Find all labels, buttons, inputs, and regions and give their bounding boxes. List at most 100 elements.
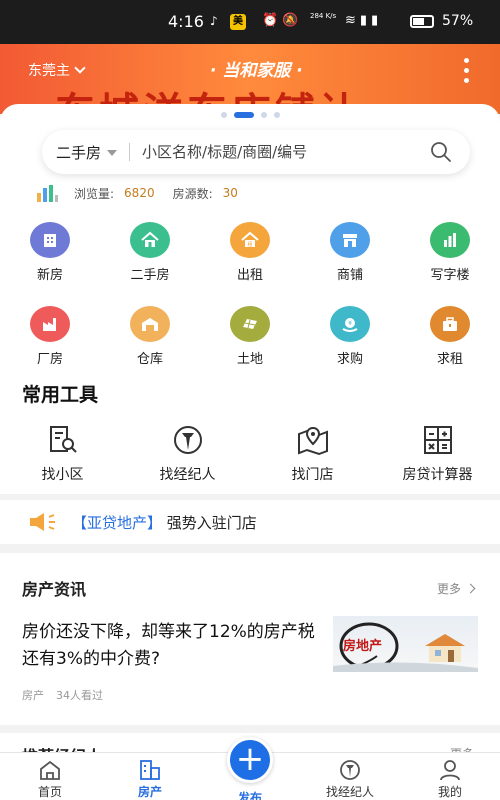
article-meta: 房产 34人看过 [22,687,103,703]
office-icon [430,222,470,258]
category-label: 求购 [336,352,363,367]
category-office[interactable]: 写字楼 [400,222,500,306]
carousel-dot-active[interactable] [233,112,254,118]
carousel-dot[interactable] [273,112,280,118]
alarm-mute-icons: ⏰🔕 [262,13,303,28]
tiktok-notification-icon: ♪ [210,14,218,28]
carousel-dot[interactable] [220,112,227,118]
speaker-icon [30,513,55,531]
user-icon [440,760,460,781]
building-icon [30,222,70,258]
category-second-hand[interactable]: 二手房 [100,222,200,306]
category-rent[interactable]: 租 出租 [200,222,300,306]
rent-request-icon [430,306,470,342]
tab-label: 我的 [437,785,462,799]
tab-mine[interactable]: 我的 [400,753,500,800]
stats-row: 浏览量: 6820 房源数: 30 [36,184,256,202]
svg-text:租: 租 [247,241,252,248]
category-factory[interactable]: 厂房 [0,306,100,390]
bar-chart-icon [37,185,58,202]
category-label: 求租 [436,352,463,367]
bottom-tab-bar: 首页 房产 + 发布 找经纪人 我的 [0,737,500,800]
category-warehouse[interactable]: 仓库 [100,306,200,390]
tool-mortgage-calculator[interactable]: 房贷计算器 [375,424,500,484]
tab-label: 找经纪人 [325,785,374,799]
land-icon [230,306,270,342]
category-label: 厂房 [36,352,63,367]
tab-property[interactable]: 房产 [100,753,200,800]
news-more-link[interactable]: 更多 [436,580,476,597]
find-community-icon [49,426,77,453]
category-new-house[interactable]: 新房 [0,222,100,306]
tool-find-store[interactable]: 找门店 [250,424,375,484]
search-input[interactable] [142,143,393,161]
thumbnail-label: 房地产 [343,639,383,654]
listings-count: 30 [222,186,238,200]
chevron-right-icon [465,583,476,594]
article-title[interactable]: 房价还没下降，却等来了12%的房产税还有3%的中介费? [22,619,322,673]
store-map-icon [297,426,328,456]
house-icon [130,222,170,258]
calculator-icon [423,426,452,454]
tab-home[interactable]: 首页 [0,753,100,800]
battery-icon [410,15,434,28]
more-menu-icon[interactable] [464,58,470,83]
category-row: 新房 二手房 租 出租 商铺 写字楼 [0,222,500,306]
category-grid: 新房 二手房 租 出租 商铺 写字楼 厂房 仓库 土地 ¥ 求购 求租 [0,222,500,390]
chevron-down-icon [74,61,86,74]
announcement-highlight: 【亚贷地产】 [72,513,163,532]
news-section-title: 房产资讯 [22,580,87,599]
news-section: 房产资讯 更多 房价还没下降，却等来了12%的房产税还有3%的中介费? 房产 3… [0,553,500,725]
views-count: 6820 [124,186,155,200]
dropdown-arrow-icon [107,150,118,156]
plus-icon: + [235,738,265,779]
tool-label: 找经纪人 [159,467,216,483]
status-time: 4:16 [168,12,204,31]
more-label: 更多 [436,582,461,596]
home-icon [40,760,60,780]
status-bar: 4:16 ♪ 美 ⏰🔕 284 K/s ≋▮▮ 57% [0,0,500,44]
category-buy-request[interactable]: ¥ 求购 [300,306,400,390]
tools-section-title: 常用工具 [22,384,99,406]
category-rent-request[interactable]: 求租 [400,306,500,390]
tool-find-agent[interactable]: 找经纪人 [125,424,250,484]
network-speed: 284 K/s [310,12,337,20]
article-thumbnail[interactable]: 房地产 [333,616,478,672]
main-card: 二手房 浏览量: 6820 房源数: 30 [0,104,500,494]
tab-publish[interactable]: + 发布 [200,737,300,800]
tab-label: 发布 [237,791,262,800]
search-icon[interactable] [430,141,452,163]
agent-icon [173,426,202,454]
svg-text:¥: ¥ [348,320,352,327]
tool-find-community[interactable]: 找小区 [0,424,125,484]
banner-slogan: · 当和家服 · [210,61,303,81]
category-label: 仓库 [136,352,163,367]
signal-icons: ≋▮▮ [345,13,383,28]
category-land[interactable]: 土地 [200,306,300,390]
tab-label: 房产 [137,785,162,799]
category-shop[interactable]: 商铺 [300,222,400,306]
carousel-dot[interactable] [260,112,267,118]
carousel-indicator [0,112,500,118]
property-icon [140,760,160,780]
publish-button[interactable]: + [227,737,273,783]
listings-label: 房源数: [172,186,213,201]
tab-label: 首页 [37,785,62,799]
tools-row: 找小区 找经纪人 找门店 房贷计算器 [0,424,500,484]
announcement-body: 强势入驻门店 [162,513,257,532]
app-screen: 4:16 ♪ 美 ⏰🔕 284 K/s ≋▮▮ 57% · 当和家服 · 东城洋… [0,0,500,800]
city-selector[interactable]: 东莞主 [28,60,86,80]
warehouse-icon [130,306,170,342]
article-tag: 房产 [22,689,44,702]
tool-label: 找小区 [41,467,84,483]
tab-find-agent[interactable]: 找经纪人 [300,753,400,800]
announcement-bar[interactable]: 【亚贷地产】 强势入驻门店 [0,500,500,544]
category-label: 二手房 [130,268,170,283]
factory-icon [30,306,70,342]
category-label: 出租 [236,268,263,283]
search-type-dropdown[interactable]: 二手房 [56,142,118,163]
category-label: 新房 [36,268,63,283]
category-label: 土地 [236,352,263,367]
tool-label: 房贷计算器 [402,467,473,483]
article-views: 34人看过 [56,689,103,702]
